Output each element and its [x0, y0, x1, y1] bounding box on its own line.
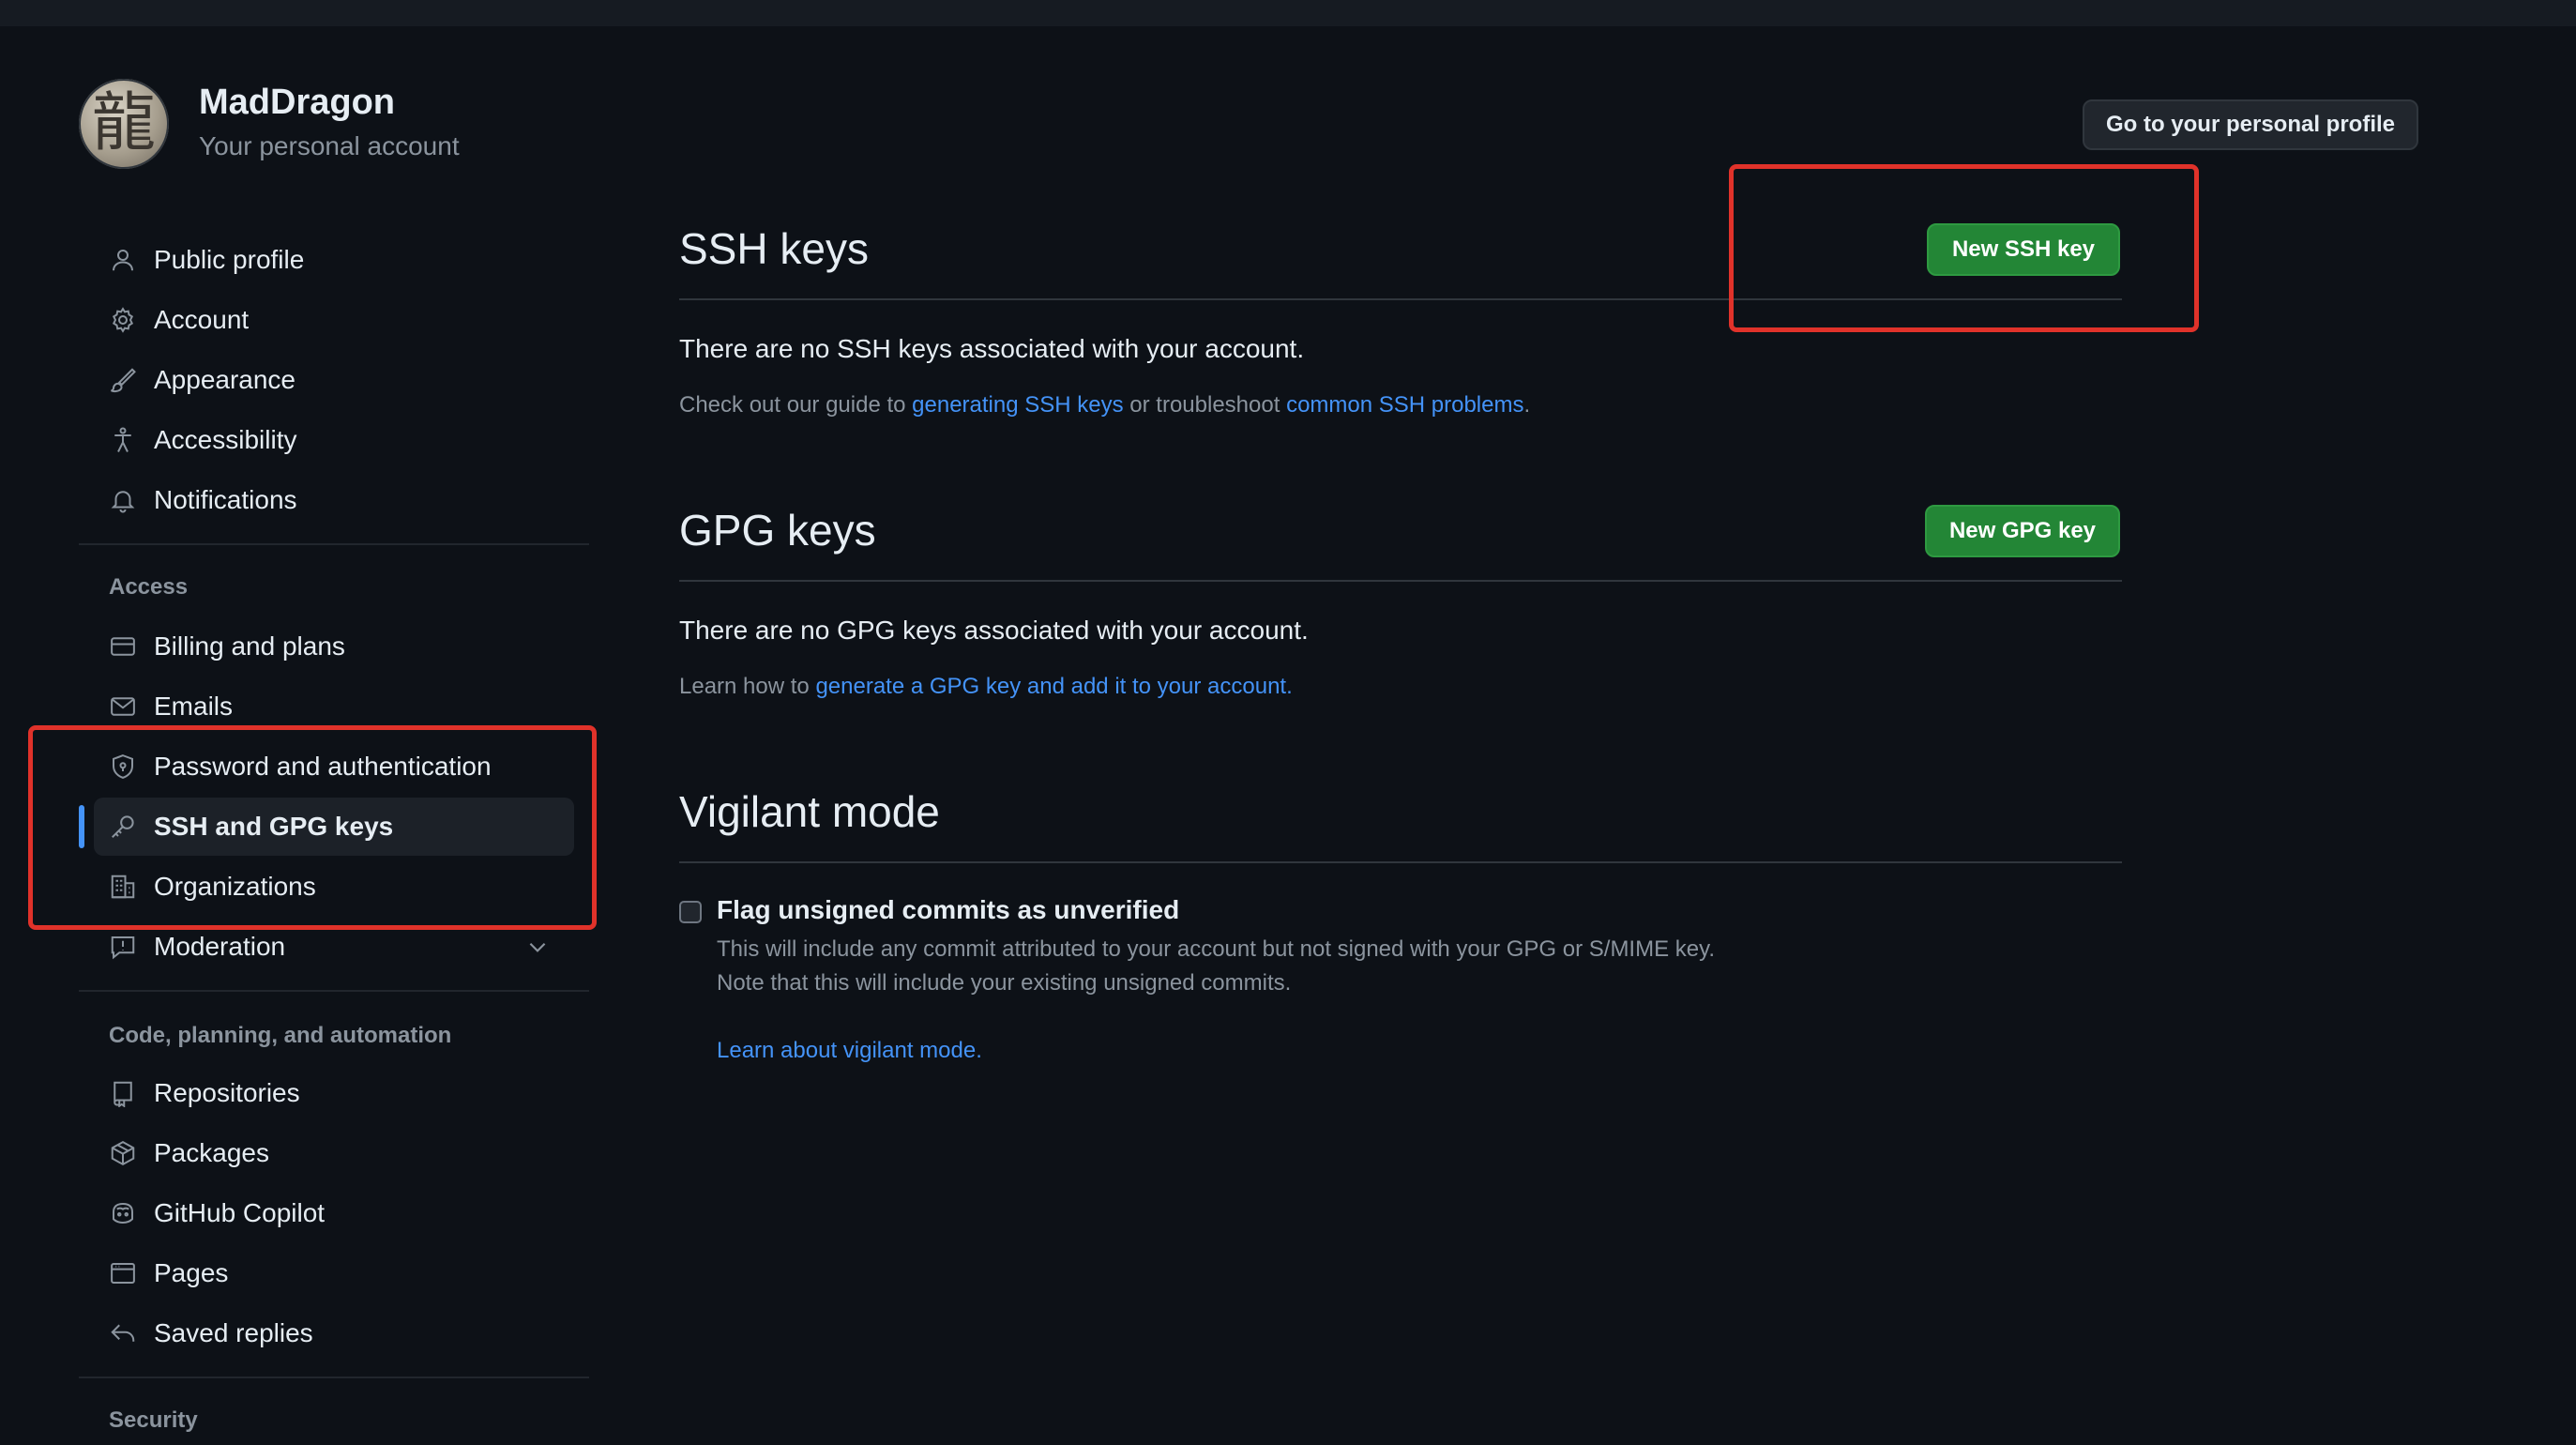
sidebar-divider — [79, 990, 589, 992]
vigilant-note-line1: This will include any commit attributed … — [717, 936, 1716, 962]
sidebar-item-label: Billing and plans — [154, 631, 345, 661]
sidebar-item-label: Moderation — [154, 932, 286, 961]
sidebar-item-repositories[interactable]: Repositories — [94, 1064, 574, 1122]
sidebar-item-appearance[interactable]: Appearance — [94, 351, 574, 409]
sidebar-item-packages[interactable]: Packages — [94, 1124, 574, 1182]
browser-icon — [107, 1257, 139, 1289]
sidebar-heading-code: Code, planning, and automation — [109, 1023, 452, 1048]
sidebar-item-accessibility[interactable]: Accessibility — [94, 411, 574, 469]
sidebar-item-billing[interactable]: Billing and plans — [94, 617, 574, 676]
sidebar-item-pages[interactable]: Pages — [94, 1244, 574, 1302]
avatar[interactable]: 龍 — [79, 79, 169, 169]
ssh-guide-text: Check out our guide to generating SSH ke… — [679, 392, 1530, 418]
new-gpg-key-button[interactable]: New GPG key — [1925, 505, 2120, 557]
ssh-guide-prefix: Check out our guide to — [679, 392, 913, 418]
sidebar-item-saved-replies[interactable]: Saved replies — [94, 1304, 574, 1362]
sidebar-divider — [79, 543, 589, 545]
vigilant-note-line2: Note that this will include your existin… — [717, 970, 1292, 996]
ssh-guide-suffix: . — [1523, 392, 1531, 418]
ssh-empty-text: There are no SSH keys associated with yo… — [679, 334, 1305, 363]
sidebar-item-label: Appearance — [154, 365, 296, 394]
gpg-learn-text: Learn how to generate a GPG key and add … — [679, 674, 1293, 700]
account-subtitle: Your personal account — [199, 131, 460, 160]
sidebar-item-label: Account — [154, 305, 250, 334]
accessibility-icon — [107, 424, 139, 456]
top-bar — [0, 0, 2576, 26]
vigilant-mode-title: Vigilant mode — [679, 787, 940, 836]
sidebar-item-label: Packages — [154, 1138, 269, 1167]
account-username: MadDragon — [199, 83, 395, 122]
section-divider — [679, 580, 2122, 582]
flag-unsigned-checkbox[interactable] — [679, 901, 702, 923]
ssh-guide-mid: or troubleshoot — [1123, 392, 1287, 418]
annotation-box-sidebar — [28, 725, 597, 930]
gpg-keys-title: GPG keys — [679, 506, 876, 555]
generating-ssh-keys-link[interactable]: generating SSH keys — [912, 392, 1123, 418]
report-icon — [107, 931, 139, 963]
sidebar-heading-access: Access — [109, 574, 189, 600]
sidebar-item-public-profile[interactable]: Public profile — [94, 231, 574, 289]
section-divider — [679, 861, 2122, 863]
avatar-glyph: 龍 — [91, 86, 156, 160]
sidebar-item-label: GitHub Copilot — [154, 1198, 326, 1227]
reply-icon — [107, 1317, 139, 1349]
common-ssh-problems-link[interactable]: common SSH problems — [1286, 392, 1523, 418]
gear-icon — [107, 304, 139, 336]
gpg-learn-prefix: Learn how to — [679, 674, 816, 699]
generate-gpg-key-link[interactable]: generate a GPG key and add it to your ac… — [815, 674, 1286, 699]
mail-icon — [107, 691, 139, 722]
sidebar-item-label: Repositories — [154, 1078, 300, 1107]
sidebar-item-label: Saved replies — [154, 1318, 313, 1347]
package-icon — [107, 1137, 139, 1169]
learn-vigilant-mode-link[interactable]: Learn about vigilant mode. — [717, 1038, 982, 1064]
chevron-down-icon[interactable] — [525, 935, 550, 959]
sidebar-item-label: Pages — [154, 1258, 229, 1287]
copilot-icon — [107, 1197, 139, 1229]
sidebar-item-label: Notifications — [154, 485, 297, 514]
gpg-learn-suffix: . — [1286, 674, 1293, 699]
go-to-profile-button[interactable]: Go to your personal profile — [2083, 99, 2418, 150]
flag-unsigned-label[interactable]: Flag unsigned commits as unverified — [717, 895, 1179, 925]
sidebar-item-label: Accessibility — [154, 425, 297, 454]
sidebar-heading-security: Security — [109, 1407, 198, 1433]
ssh-keys-title: SSH keys — [679, 224, 869, 273]
bell-icon — [107, 484, 139, 516]
sidebar-item-account[interactable]: Account — [94, 291, 574, 349]
sidebar-item-label: Emails — [154, 692, 234, 721]
paintbrush-icon — [107, 364, 139, 396]
sidebar-item-notifications[interactable]: Notifications — [94, 471, 574, 529]
repo-icon — [107, 1077, 139, 1109]
person-icon — [107, 244, 139, 276]
gpg-empty-text: There are no GPG keys associated with yo… — [679, 616, 1309, 645]
sidebar-divider — [79, 1377, 589, 1378]
sidebar-item-copilot[interactable]: GitHub Copilot — [94, 1184, 574, 1242]
credit-card-icon — [107, 631, 139, 662]
annotation-box-new-ssh-key — [1729, 164, 2199, 332]
sidebar-item-label: Public profile — [154, 245, 305, 274]
